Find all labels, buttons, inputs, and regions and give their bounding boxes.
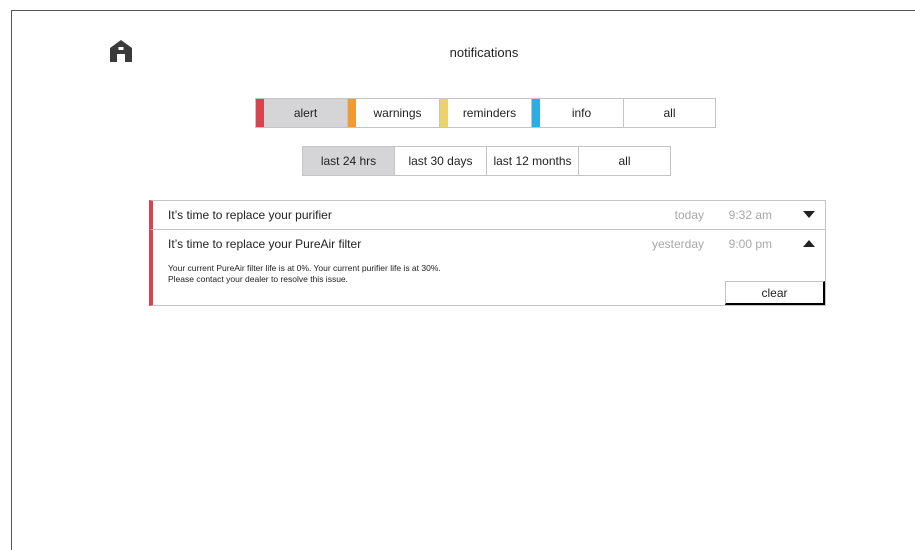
alert-color-stripe: [256, 99, 264, 127]
notification-time: 9:00 pm: [728, 237, 772, 251]
notification-body: Your current PureAir filter life is at 0…: [168, 263, 441, 285]
warnings-color-stripe: [348, 99, 356, 127]
tab-label: alert: [293, 106, 318, 120]
tab-label: last 12 months: [493, 154, 572, 168]
category-tabs: alert warnings reminders info all: [255, 98, 716, 128]
notification-title: It’s time to replace your purifier: [168, 208, 332, 222]
tab-reminders[interactable]: reminders: [439, 98, 532, 128]
tab-last-12-months[interactable]: last 12 months: [486, 146, 579, 176]
tab-label: reminders: [462, 106, 517, 120]
time-range-tabs: last 24 hrs last 30 days last 12 months …: [302, 146, 671, 176]
notification-item: It’s time to replace your purifier today…: [149, 200, 826, 230]
page-title: notifications: [449, 45, 519, 60]
notification-title: It’s time to replace your PureAir filter: [168, 237, 362, 251]
notification-header[interactable]: It’s time to replace your purifier today…: [153, 201, 825, 229]
notification-list: It’s time to replace your purifier today…: [149, 200, 826, 306]
clear-button[interactable]: clear: [725, 281, 825, 305]
tab-info[interactable]: info: [531, 98, 624, 128]
tab-all[interactable]: all: [623, 98, 716, 128]
tab-last-30-days[interactable]: last 30 days: [394, 146, 487, 176]
info-color-stripe: [532, 99, 540, 127]
tab-alert[interactable]: alert: [255, 98, 348, 128]
tab-last-24-hrs[interactable]: last 24 hrs: [302, 146, 395, 176]
tab-label: warnings: [373, 106, 422, 120]
tab-label: info: [571, 106, 592, 120]
tab-label: last 24 hrs: [320, 154, 377, 168]
tab-label: all: [663, 106, 676, 120]
reminders-color-stripe: [440, 99, 448, 127]
notification-header[interactable]: It’s time to replace your PureAir filter…: [153, 230, 825, 258]
notification-date: yesterday: [651, 237, 704, 251]
chevron-down-icon[interactable]: [803, 211, 815, 219]
chevron-up-icon[interactable]: [803, 240, 815, 248]
tab-all-time[interactable]: all: [578, 146, 671, 176]
notification-time: 9:32 am: [728, 208, 772, 222]
notification-item: It’s time to replace your PureAir filter…: [149, 229, 826, 306]
notification-date: today: [674, 208, 704, 222]
tab-warnings[interactable]: warnings: [347, 98, 440, 128]
tab-label: last 30 days: [408, 154, 473, 168]
notification-body-line: Your current PureAir filter life is at 0…: [168, 263, 441, 273]
tab-label: all: [618, 154, 631, 168]
notification-body-line: Please contact your dealer to resolve th…: [168, 274, 349, 284]
